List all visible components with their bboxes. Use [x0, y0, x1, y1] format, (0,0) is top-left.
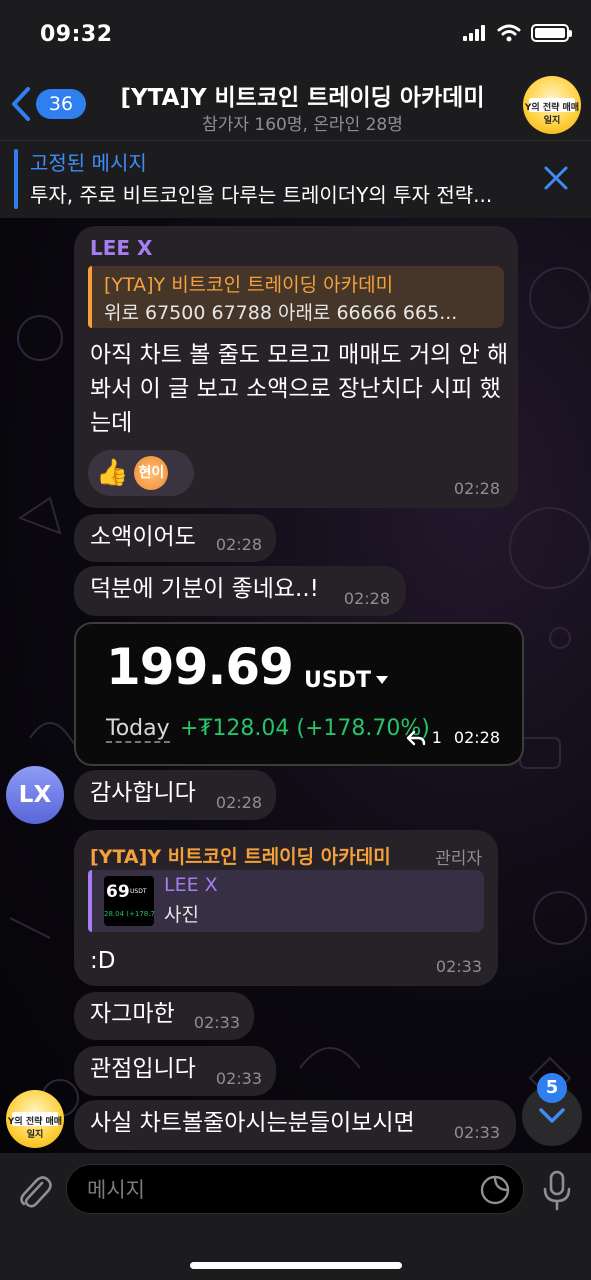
message-text: 소액이어도: [90, 524, 196, 550]
avatar[interactable]: LX: [6, 766, 64, 824]
admin-badge: 관리자: [435, 849, 482, 869]
photo-gain: +₮128.04 (+178.70%): [180, 716, 430, 741]
message-bubble[interactable]: 사실 차트볼줄아시는분들이보시면 02:33: [74, 1100, 516, 1150]
chat-subtitle: 참가자 160명, 온라인 28명: [202, 115, 403, 135]
reaction-chip[interactable]: 👍 현이: [88, 450, 194, 496]
message-time: 02:33: [215, 1069, 262, 1088]
message-time: 02:33: [453, 1123, 500, 1142]
message-time: 02:28: [343, 589, 390, 608]
status-bar: 09:32: [0, 0, 591, 70]
message-sender[interactable]: LEE X: [90, 236, 152, 260]
pinned-message[interactable]: 고정된 메시지 투자, 주로 비트코인을 다루는 트레이더Y의 투자 전략...: [0, 140, 591, 218]
pinned-indicator: [14, 149, 18, 209]
message-bubble[interactable]: LEE X [YTA]Y 비트코인 트레이딩 아카데미 위로 67500 677…: [74, 226, 518, 508]
message-time: 02:33: [193, 1013, 240, 1032]
message-bubble[interactable]: 자그마한 02:33: [74, 992, 254, 1040]
pinned-title: 고정된 메시지: [30, 151, 147, 175]
message-text: 관점입니다: [90, 1056, 196, 1082]
reply-quote[interactable]: [YTA]Y 비트코인 트레이딩 아카데미 위로 67500 67788 아래로…: [88, 266, 504, 328]
message-text: 덕분에 기분이 좋네요..!: [90, 576, 319, 602]
home-indicator[interactable]: [190, 1262, 402, 1269]
message-time: 02:28: [215, 793, 262, 812]
message-bubble[interactable]: 소액이어도 02:28: [74, 514, 276, 562]
reaction-avatar: 현이: [134, 456, 169, 490]
status-time: 09:32: [40, 22, 113, 47]
avatar[interactable]: Y의 전략 매매일지: [6, 1090, 64, 1148]
photo-meta: 1 02:28: [406, 728, 500, 747]
message-time: 02:28: [453, 479, 500, 498]
group-avatar[interactable]: Y의 전략 매매일지: [523, 76, 581, 134]
photo-unit: USDT: [304, 668, 371, 693]
caret-down-icon: [376, 676, 388, 684]
reply-text: 사진: [164, 904, 199, 926]
message-bubble[interactable]: [YTA]Y 비트코인 트레이딩 아카데미 관리자 69 USDT 28.04 …: [74, 830, 498, 986]
reply-title: [YTA]Y 비트코인 트레이딩 아카데미: [104, 274, 394, 296]
reply-thumbnail: 69 USDT 28.04 (+178.7: [104, 876, 154, 926]
chevron-left-icon: [12, 87, 30, 121]
photo-message[interactable]: 199.69 USDT Today +₮128.04 (+178.70%) 1 …: [74, 622, 524, 766]
message-time: 02:28: [215, 535, 262, 554]
wifi-icon: [497, 24, 521, 42]
reply-quote[interactable]: 69 USDT 28.04 (+178.7 LEE X 사진: [88, 870, 484, 932]
back-button[interactable]: 36: [10, 86, 86, 122]
message-sender[interactable]: [YTA]Y 비트코인 트레이딩 아카데미: [90, 842, 391, 869]
reply-text: 위로 67500 67788 아래로 66666 665...: [104, 302, 458, 324]
reply-count: 1: [431, 728, 442, 747]
photo-today-label: Today: [106, 716, 170, 743]
paperclip-icon[interactable]: [16, 1171, 52, 1209]
message-text: 아직 차트 볼 줄도 모르고 매매도 거의 안 해봐서 이 글 보고 소액으로 …: [90, 342, 509, 436]
pinned-text: 투자, 주로 비트코인을 다루는 트레이더Y의 투자 전략...: [30, 183, 493, 207]
microphone-icon[interactable]: [540, 1169, 574, 1211]
sticker-icon[interactable]: [479, 1174, 511, 1206]
message-text: 사실 차트볼줄아시는분들이보시면: [90, 1110, 415, 1136]
message-bubble[interactable]: 관점입니다 02:33: [74, 1046, 276, 1096]
message-text: 자그마한: [90, 1001, 175, 1027]
chevron-down-icon: [539, 1108, 565, 1123]
input-bar: [0, 1153, 591, 1280]
close-icon[interactable]: [543, 165, 569, 191]
message-input[interactable]: [87, 1175, 467, 1205]
chat-title[interactable]: [YTA]Y 비트코인 트레이딩 아카데미: [100, 78, 505, 112]
group-avatar-text: Y의 전략 매매일지: [524, 103, 580, 126]
message-time: 02:28: [453, 728, 500, 747]
message-bubble[interactable]: 감사합니다 02:28: [74, 770, 276, 820]
message-input-field[interactable]: [66, 1164, 524, 1214]
message-text: :D: [90, 948, 116, 974]
message-text: 감사합니다: [90, 780, 196, 806]
avatar-text: Y의 전략 매매일지: [7, 1117, 63, 1140]
cellular-signal-icon: [463, 25, 485, 41]
unread-chats-badge: 36: [36, 89, 86, 119]
thumbs-up-icon: 👍: [96, 458, 129, 488]
message-time: 02:33: [435, 957, 482, 976]
reply-arrow-icon: [406, 730, 425, 745]
message-bubble[interactable]: 덕분에 기분이 좋네요..! 02:28: [74, 566, 406, 616]
reply-title: LEE X: [164, 874, 218, 896]
chat-header: 36 [YTA]Y 비트코인 트레이딩 아카데미 참가자 160명, 온라인 2…: [0, 70, 591, 140]
unread-badge: 5: [537, 1073, 567, 1103]
photo-amount: 199.69: [106, 638, 294, 696]
status-icons: [463, 24, 572, 42]
battery-icon: [531, 24, 572, 42]
